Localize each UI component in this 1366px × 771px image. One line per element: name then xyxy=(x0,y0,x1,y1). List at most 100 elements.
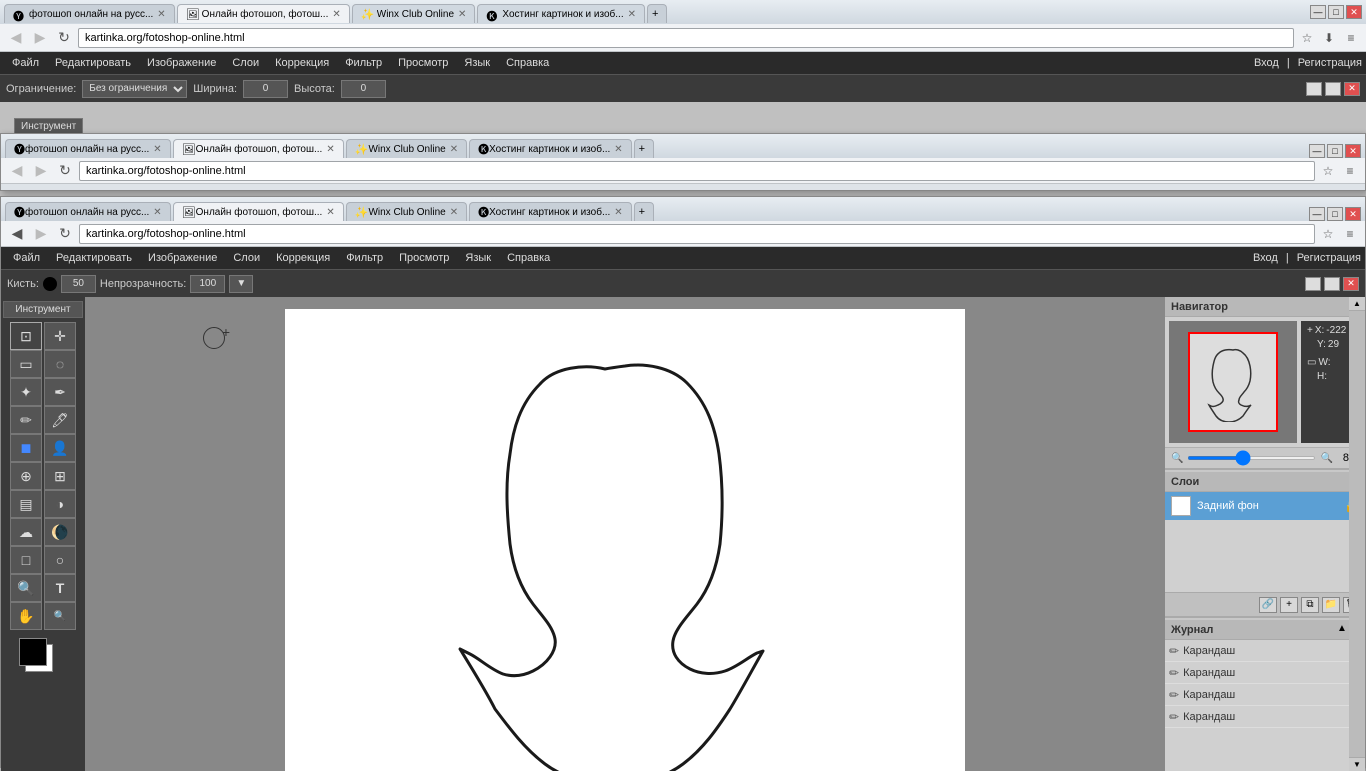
smudge-tool[interactable]: ◑ xyxy=(44,490,76,518)
burn-tool[interactable]: 🌘 xyxy=(44,518,76,546)
mid-new-tab[interactable]: + xyxy=(634,139,654,158)
layers-link-btn[interactable]: 🔗 xyxy=(1259,597,1277,613)
front-menu-filter[interactable]: Фильтр xyxy=(338,250,391,266)
front-minimize[interactable]: — xyxy=(1309,207,1325,221)
mid-tab1-close[interactable]: ✕ xyxy=(153,144,161,155)
menu-layers[interactable]: Слои xyxy=(224,55,267,71)
bookmark-icon[interactable]: ☆ xyxy=(1298,29,1316,47)
height-input[interactable] xyxy=(341,80,386,98)
layers-add-btn[interactable]: + xyxy=(1280,597,1298,613)
front-settings-icon[interactable]: ≡ xyxy=(1341,225,1359,243)
move-tool[interactable]: ✛ xyxy=(44,322,76,350)
mid-back-btn[interactable]: ◀ xyxy=(7,161,27,181)
front-bookmark-icon[interactable]: ☆ xyxy=(1319,225,1337,243)
front-menu-language[interactable]: Язык xyxy=(457,250,499,266)
front-forward-btn[interactable]: ▶ xyxy=(31,224,51,244)
mid-forward-btn[interactable]: ▶ xyxy=(31,161,51,181)
mid-refresh-btn[interactable]: ↻ xyxy=(55,161,75,181)
opacity-dropdown[interactable]: ▼ xyxy=(229,275,253,293)
scroll-up-btn[interactable]: ▲ xyxy=(1349,297,1365,311)
tab-photoshop-ru[interactable]: 🅨 фотошоп онлайн на русс... ✕ xyxy=(4,4,175,23)
menu-correction[interactable]: Коррекция xyxy=(267,55,337,71)
front-menu-layers[interactable]: Слои xyxy=(225,250,268,266)
mid-close[interactable]: ✕ xyxy=(1345,144,1361,158)
ellipse-tool[interactable]: ○ xyxy=(44,546,76,574)
front-menu-correction[interactable]: Коррекция xyxy=(268,250,338,266)
front-menu-help[interactable]: Справка xyxy=(499,250,558,266)
mid-tab4[interactable]: 🅚 Хостинг картинок и изоб... ✕ xyxy=(469,139,632,158)
new-tab-btn[interactable]: + xyxy=(647,4,667,23)
front-close[interactable]: ✕ xyxy=(1345,207,1361,221)
patch-tool[interactable]: ⊞ xyxy=(44,462,76,490)
opacity-input[interactable] xyxy=(190,275,225,293)
width-input[interactable] xyxy=(243,80,288,98)
front-toolbar-close[interactable]: ✕ xyxy=(1343,277,1359,291)
lasso-tool[interactable]: ◌ xyxy=(44,350,76,378)
tab3-close[interactable]: ✕ xyxy=(458,9,466,20)
mid-minimize[interactable]: — xyxy=(1309,144,1325,158)
fill-tool[interactable]: ■ xyxy=(10,434,42,462)
restriction-select[interactable]: Без ограничения xyxy=(82,80,187,98)
mid-maximize[interactable]: □ xyxy=(1327,144,1343,158)
tab-photoshop-online[interactable]: 🖼 Онлайн фотошоп, фотош... ✕ xyxy=(177,4,350,23)
front-register-link[interactable]: Регистрация xyxy=(1297,252,1361,264)
front-menu-view[interactable]: Просмотр xyxy=(391,250,457,266)
pencil-tool[interactable]: 🖊 xyxy=(44,406,76,434)
layer-item-background[interactable]: Задний фон 🔒 xyxy=(1165,492,1365,520)
back-btn[interactable]: ◀ xyxy=(6,28,26,48)
front-menu-edit[interactable]: Редактировать xyxy=(48,250,140,266)
gradient-tool[interactable]: ▤ xyxy=(10,490,42,518)
forward-btn[interactable]: ▶ xyxy=(30,28,50,48)
toolbar-maximize-btn[interactable]: □ xyxy=(1325,82,1341,96)
address-input[interactable] xyxy=(78,28,1294,48)
front-tab1-close[interactable]: ✕ xyxy=(153,207,161,218)
menu-view[interactable]: Просмотр xyxy=(390,55,456,71)
front-toolbar-maximize[interactable]: □ xyxy=(1324,277,1340,291)
toolbar-close-btn[interactable]: ✕ xyxy=(1344,82,1360,96)
mid-tab1[interactable]: 🅨 фотошоп онлайн на русс... ✕ xyxy=(5,139,171,158)
front-new-tab[interactable]: + xyxy=(634,202,654,221)
rotate-tool[interactable]: 🔍 xyxy=(44,602,76,630)
eyedropper-tool[interactable]: ✒ xyxy=(44,378,76,406)
dodge-tool[interactable]: ☁ xyxy=(10,518,42,546)
menu-edit[interactable]: Редактировать xyxy=(47,55,139,71)
menu-file[interactable]: Файл xyxy=(4,55,47,71)
close-btn[interactable]: ✕ xyxy=(1346,5,1362,19)
mid-bookmark-icon[interactable]: ☆ xyxy=(1319,162,1337,180)
settings-icon[interactable]: ≡ xyxy=(1342,29,1360,47)
mid-address-input[interactable] xyxy=(79,161,1315,181)
menu-language[interactable]: Язык xyxy=(456,55,498,71)
zoom-slider[interactable] xyxy=(1187,456,1316,460)
front-back-btn[interactable]: ◀ xyxy=(7,224,27,244)
mid-tab3-close[interactable]: ✕ xyxy=(450,144,458,155)
canvas-container[interactable] xyxy=(285,309,965,771)
tab4-close[interactable]: ✕ xyxy=(628,9,636,20)
refresh-btn[interactable]: ↻ xyxy=(54,28,74,48)
rect-select-tool[interactable]: ▭ xyxy=(10,350,42,378)
foreground-color-swatch[interactable] xyxy=(19,638,47,666)
front-tab1[interactable]: 🅨 фотошоп онлайн на русс... ✕ xyxy=(5,202,171,221)
text-tool[interactable]: T xyxy=(44,574,76,602)
front-menu-image[interactable]: Изображение xyxy=(140,250,225,266)
front-toolbar-minimize[interactable]: — xyxy=(1305,277,1321,291)
tab1-close[interactable]: ✕ xyxy=(157,9,165,20)
journal-scroll-up[interactable]: ▲ xyxy=(1337,623,1347,637)
front-maximize[interactable]: □ xyxy=(1327,207,1343,221)
download-icon[interactable]: ⬇ xyxy=(1320,29,1338,47)
front-refresh-btn[interactable]: ↻ xyxy=(55,224,75,244)
zoom-tool[interactable]: 🔍 xyxy=(10,574,42,602)
front-tab2[interactable]: 🖼 Онлайн фотошоп, фотош... ✕ xyxy=(173,202,344,221)
magic-wand-tool[interactable]: ✦ xyxy=(10,378,42,406)
front-tab2-close[interactable]: ✕ xyxy=(326,207,334,218)
register-link[interactable]: Регистрация xyxy=(1298,57,1362,69)
menu-help[interactable]: Справка xyxy=(498,55,557,71)
login-link[interactable]: Вход xyxy=(1254,57,1279,69)
brush-tool[interactable]: ✏ xyxy=(10,406,42,434)
mid-tab4-close[interactable]: ✕ xyxy=(614,144,622,155)
layers-folder-btn[interactable]: 📁 xyxy=(1322,597,1340,613)
mid-tab2[interactable]: 🖼 Онлайн фотошоп, фотош... ✕ xyxy=(173,139,344,158)
heal-tool[interactable]: ⊕ xyxy=(10,462,42,490)
rectangle-tool[interactable]: □ xyxy=(10,546,42,574)
front-tab4[interactable]: 🅚 Хостинг картинок и изоб... ✕ xyxy=(469,202,632,221)
maximize-btn[interactable]: □ xyxy=(1328,5,1344,19)
